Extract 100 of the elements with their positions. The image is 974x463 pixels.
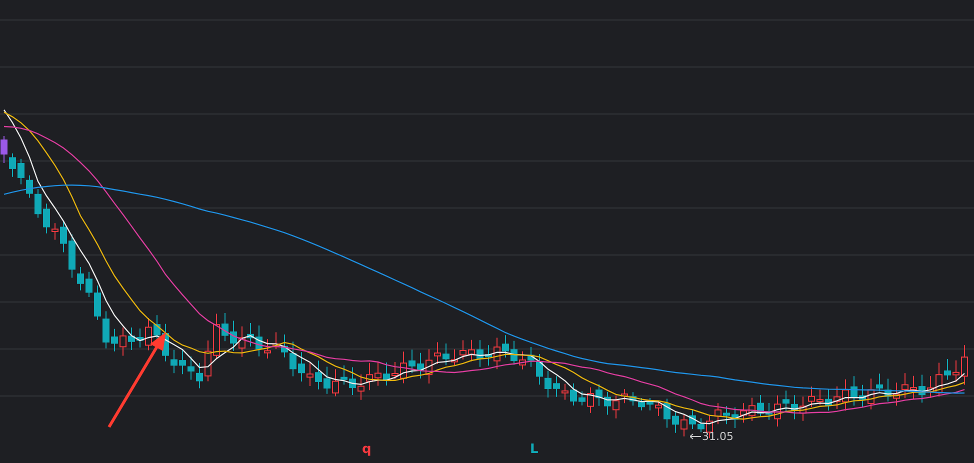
candlestick xyxy=(154,314,160,340)
candlestick xyxy=(442,342,450,366)
candlestick xyxy=(68,234,76,278)
candlestick xyxy=(723,406,730,425)
candlestick xyxy=(596,384,602,406)
candlestick xyxy=(34,188,42,218)
candlestick xyxy=(748,397,756,422)
candlestick xyxy=(213,313,220,360)
candlestick xyxy=(60,220,67,253)
candlestick xyxy=(238,326,246,358)
candlestick xyxy=(298,352,305,382)
signal-marker: q xyxy=(362,442,372,458)
candlestick xyxy=(952,360,960,382)
candlestick xyxy=(392,361,398,380)
candlestick xyxy=(188,356,194,380)
candlestick xyxy=(621,388,628,404)
candlestick xyxy=(562,383,568,400)
candlestick xyxy=(494,337,500,370)
candlestick xyxy=(604,391,611,416)
candlestick xyxy=(519,350,526,370)
candlestick xyxy=(638,398,645,411)
candlestick xyxy=(672,410,679,434)
candlestick xyxy=(476,340,484,368)
candlestick xyxy=(230,320,237,352)
candlestick xyxy=(510,340,518,366)
candlestick xyxy=(834,386,840,410)
candlestick xyxy=(426,348,432,384)
candlestick xyxy=(714,402,722,425)
candlestick xyxy=(18,158,24,185)
candlestick xyxy=(52,222,58,240)
candlestick xyxy=(374,361,382,386)
candlestick xyxy=(680,414,688,437)
left-arrow-icon xyxy=(690,433,701,440)
candlestick xyxy=(324,366,330,394)
candlestick xyxy=(578,390,586,406)
candlestick xyxy=(884,378,892,402)
candlestick xyxy=(850,376,858,406)
candlestick xyxy=(94,285,101,320)
candlestick xyxy=(553,376,560,398)
candlestick xyxy=(256,325,262,357)
candlestick xyxy=(876,373,883,392)
candlestick xyxy=(927,376,934,398)
candlestick xyxy=(910,375,917,400)
candlestick xyxy=(434,342,441,365)
candlestick xyxy=(332,368,339,397)
candlestick xyxy=(128,327,135,351)
candlestick xyxy=(646,397,654,411)
candlestick xyxy=(570,382,577,406)
candlestick xyxy=(77,266,84,291)
candlestick xyxy=(290,341,296,377)
candlestick xyxy=(782,390,790,412)
candlestick xyxy=(120,327,126,356)
candlestick xyxy=(664,398,670,428)
candlestick xyxy=(825,388,832,411)
candlestick xyxy=(485,344,492,366)
candlestick xyxy=(26,174,33,198)
candlestick xyxy=(587,386,594,414)
candlestick xyxy=(689,410,696,430)
candlestick xyxy=(315,360,322,390)
candlestick xyxy=(9,152,16,178)
candlestick xyxy=(417,352,424,379)
candlestick xyxy=(196,362,203,389)
candlestick xyxy=(264,338,271,359)
candlestick xyxy=(468,339,475,362)
candlestick xyxy=(842,378,849,412)
candlestick xyxy=(936,362,942,398)
candlestick xyxy=(281,334,288,358)
candlestick xyxy=(800,396,806,422)
candlestick xyxy=(757,394,764,417)
candlestick xyxy=(544,370,552,398)
candlestick xyxy=(383,362,390,386)
candlestick xyxy=(400,351,407,384)
candlestick xyxy=(808,386,815,408)
candlestick xyxy=(859,384,866,408)
candlestick xyxy=(247,322,254,348)
candlestick xyxy=(791,394,798,420)
candlestick xyxy=(918,374,926,404)
candlestick xyxy=(179,350,186,375)
candlestick xyxy=(306,362,314,387)
candlestick xyxy=(170,349,178,374)
candlestick xyxy=(612,395,620,419)
candlestick xyxy=(272,332,280,350)
candlestick xyxy=(451,348,458,366)
candlestick xyxy=(460,340,466,360)
candlestick xyxy=(766,402,772,420)
candlestick xyxy=(102,310,110,349)
candlestick xyxy=(358,374,364,400)
candlestick xyxy=(408,349,416,374)
candlestick xyxy=(630,392,636,406)
candlestick xyxy=(111,328,118,352)
candlestick xyxy=(893,382,900,406)
candlestick xyxy=(902,372,908,399)
candlestick xyxy=(43,203,50,234)
candlestick xyxy=(349,366,356,396)
candlestick xyxy=(366,362,373,391)
signal-marker: L xyxy=(530,442,538,458)
candlestick xyxy=(204,340,212,382)
candlestick xyxy=(944,358,951,380)
candlestick xyxy=(0,136,8,164)
candlestick xyxy=(136,328,144,348)
